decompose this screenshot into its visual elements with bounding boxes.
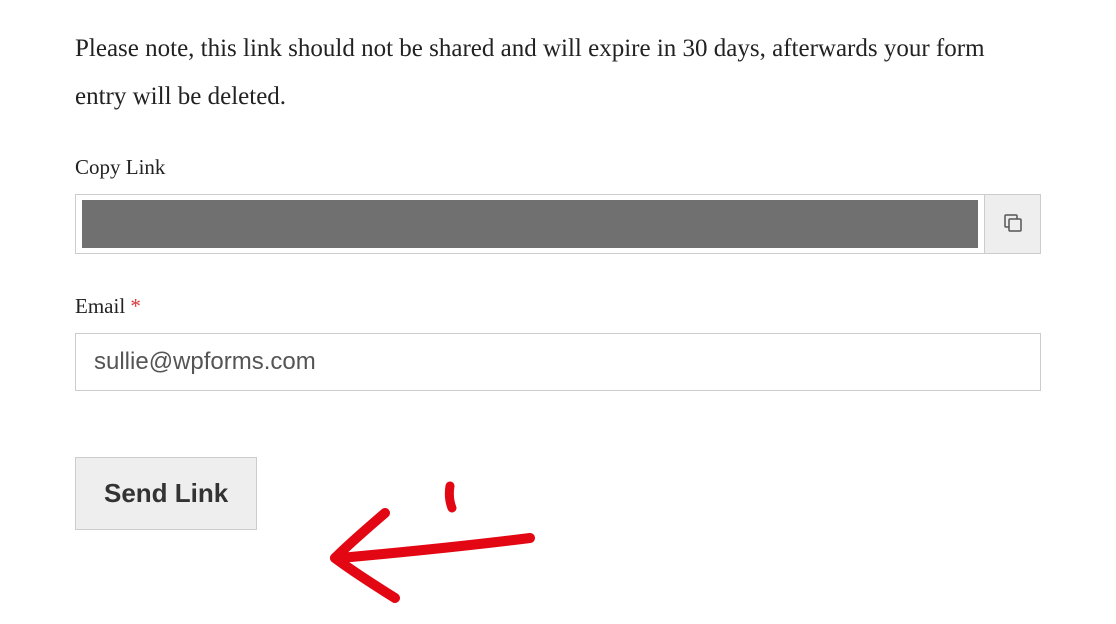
copy-link-wrapper: [75, 194, 1041, 254]
email-label-text: Email: [75, 294, 125, 318]
annotation-arrow: [310, 478, 560, 623]
required-asterisk: *: [130, 294, 141, 318]
email-field: Email *: [75, 294, 1041, 391]
send-link-button[interactable]: Send Link: [75, 457, 257, 530]
email-input[interactable]: [75, 333, 1041, 391]
copy-button[interactable]: [984, 195, 1040, 253]
email-label: Email *: [75, 294, 1041, 319]
copy-link-label: Copy Link: [75, 155, 1041, 180]
copy-link-field: Copy Link: [75, 155, 1041, 254]
copy-link-value[interactable]: [82, 200, 978, 248]
notice-text: Please note, this link should not be sha…: [75, 25, 1041, 120]
copy-icon: [1001, 211, 1025, 238]
